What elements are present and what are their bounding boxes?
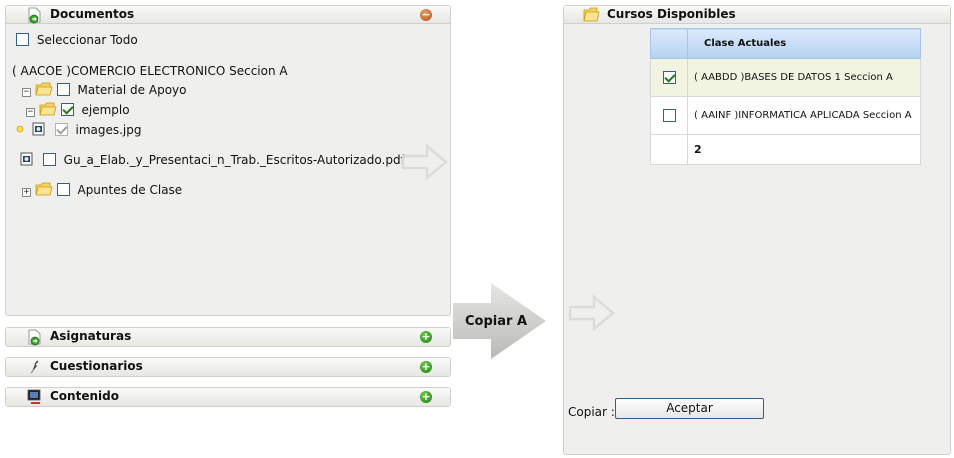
expand-node-icon[interactable]: + (22, 188, 31, 197)
folder-icon (35, 82, 53, 96)
courses-header: Cursos Disponibles (564, 6, 950, 24)
asignaturas-header[interactable]: Asignaturas + (6, 328, 450, 346)
tree-item-material-de-apoyo[interactable]: − Material de Apoyo (22, 82, 186, 97)
course-checkbox[interactable] (662, 108, 676, 122)
documents-header[interactable]: Documentos − (6, 6, 450, 24)
header-checkbox-cell (650, 28, 688, 59)
pagination-row: 2 (650, 134, 921, 165)
folder-icon (39, 102, 57, 116)
documents-panel: Documentos − Seleccionar Todo ( AACOE )C… (5, 5, 451, 316)
contenido-title: Contenido (50, 389, 119, 403)
apuntes-checkbox[interactable] (56, 183, 70, 196)
expand-icon[interactable]: + (420, 361, 432, 373)
row-checkbox-cell[interactable] (650, 58, 688, 97)
copy-to-label: Copiar : (568, 405, 615, 419)
folder-icon (35, 182, 53, 196)
tree-item-label: Material de Apoyo (77, 83, 187, 97)
material-de-apoyo-checkbox[interactable] (56, 83, 70, 96)
tree-item-ejemplo[interactable]: − ejemplo (26, 102, 130, 117)
arrow-outline-icon (401, 143, 448, 181)
select-all-row[interactable]: Seleccionar Todo (16, 33, 138, 47)
tree-item-label: ejemplo (81, 103, 130, 117)
table-row[interactable]: ( AAINF )INFORMATICA APLICADA Seccion A (650, 96, 921, 135)
cuestionarios-title: Cuestionarios (50, 359, 143, 373)
course-name: ( AAINF )INFORMATICA APLICADA Seccion A (687, 96, 921, 135)
quiz-icon (30, 360, 39, 374)
asignaturas-panel[interactable]: Asignaturas + (5, 327, 451, 347)
pagination-empty-cell (650, 134, 688, 165)
collapse-node-icon[interactable]: − (26, 108, 35, 117)
expand-icon[interactable]: + (420, 391, 432, 403)
tree-item-images-jpg[interactable]: images.jpg (16, 122, 142, 137)
tree-item-label: Gu_a_Elab._y_Presentaci_n_Trab._Escritos… (63, 153, 405, 167)
select-all-checkbox[interactable] (16, 33, 29, 46)
accept-button[interactable]: Aceptar (615, 398, 764, 419)
collapse-node-icon[interactable]: − (22, 88, 31, 97)
table-row[interactable]: ( AABDD )BASES DE DATOS 1 Seccion A (650, 58, 921, 97)
ejemplo-checkbox[interactable] (60, 103, 74, 116)
collapse-icon[interactable]: − (420, 9, 432, 21)
images-jpg-checkbox (54, 123, 68, 136)
copy-button-label[interactable]: Copiar A (465, 314, 527, 329)
courses-table: Clase Actuales ( AABDD )BASES DE DATOS 1… (650, 28, 921, 165)
contenido-panel[interactable]: Contenido + (5, 387, 451, 407)
column-header-label: Clase Actuales (704, 38, 787, 49)
pdf-file-icon (20, 152, 33, 166)
content-icon (27, 389, 41, 404)
course-title: ( AACOE )COMERCIO ELECTRONICO Seccion A (12, 64, 288, 78)
course-checkbox[interactable] (662, 70, 676, 84)
expand-icon[interactable]: + (420, 331, 432, 343)
documents-icon (28, 7, 41, 24)
arrow-outline-icon (568, 294, 615, 332)
subjects-icon (28, 329, 41, 346)
tree-item-pdf[interactable]: Gu_a_Elab._y_Presentaci_n_Trab._Escritos… (20, 152, 405, 167)
image-file-icon (32, 122, 45, 136)
folder-icon (583, 7, 600, 22)
tree-item-apuntes-de-clase[interactable]: + Apuntes de Clase (22, 182, 182, 197)
asignaturas-title: Asignaturas (50, 329, 132, 343)
tree-item-label: images.jpg (75, 123, 142, 137)
page-number[interactable]: 2 (687, 134, 921, 165)
row-checkbox-cell[interactable] (650, 96, 688, 135)
courses-table-header: Clase Actuales (650, 28, 921, 59)
pdf-checkbox[interactable] (42, 153, 56, 166)
select-all-label: Seleccionar Todo (36, 33, 138, 47)
courses-title: Cursos Disponibles (607, 7, 736, 21)
course-name: ( AABDD )BASES DE DATOS 1 Seccion A (687, 58, 921, 97)
cuestionarios-panel[interactable]: Cuestionarios + (5, 357, 451, 377)
column-header: Clase Actuales (687, 28, 921, 59)
tree-item-label: Apuntes de Clase (77, 183, 183, 197)
documents-title: Documentos (50, 7, 135, 21)
contenido-header[interactable]: Contenido + (6, 388, 450, 406)
cuestionarios-header[interactable]: Cuestionarios + (6, 358, 450, 376)
bulb-icon (16, 125, 24, 133)
